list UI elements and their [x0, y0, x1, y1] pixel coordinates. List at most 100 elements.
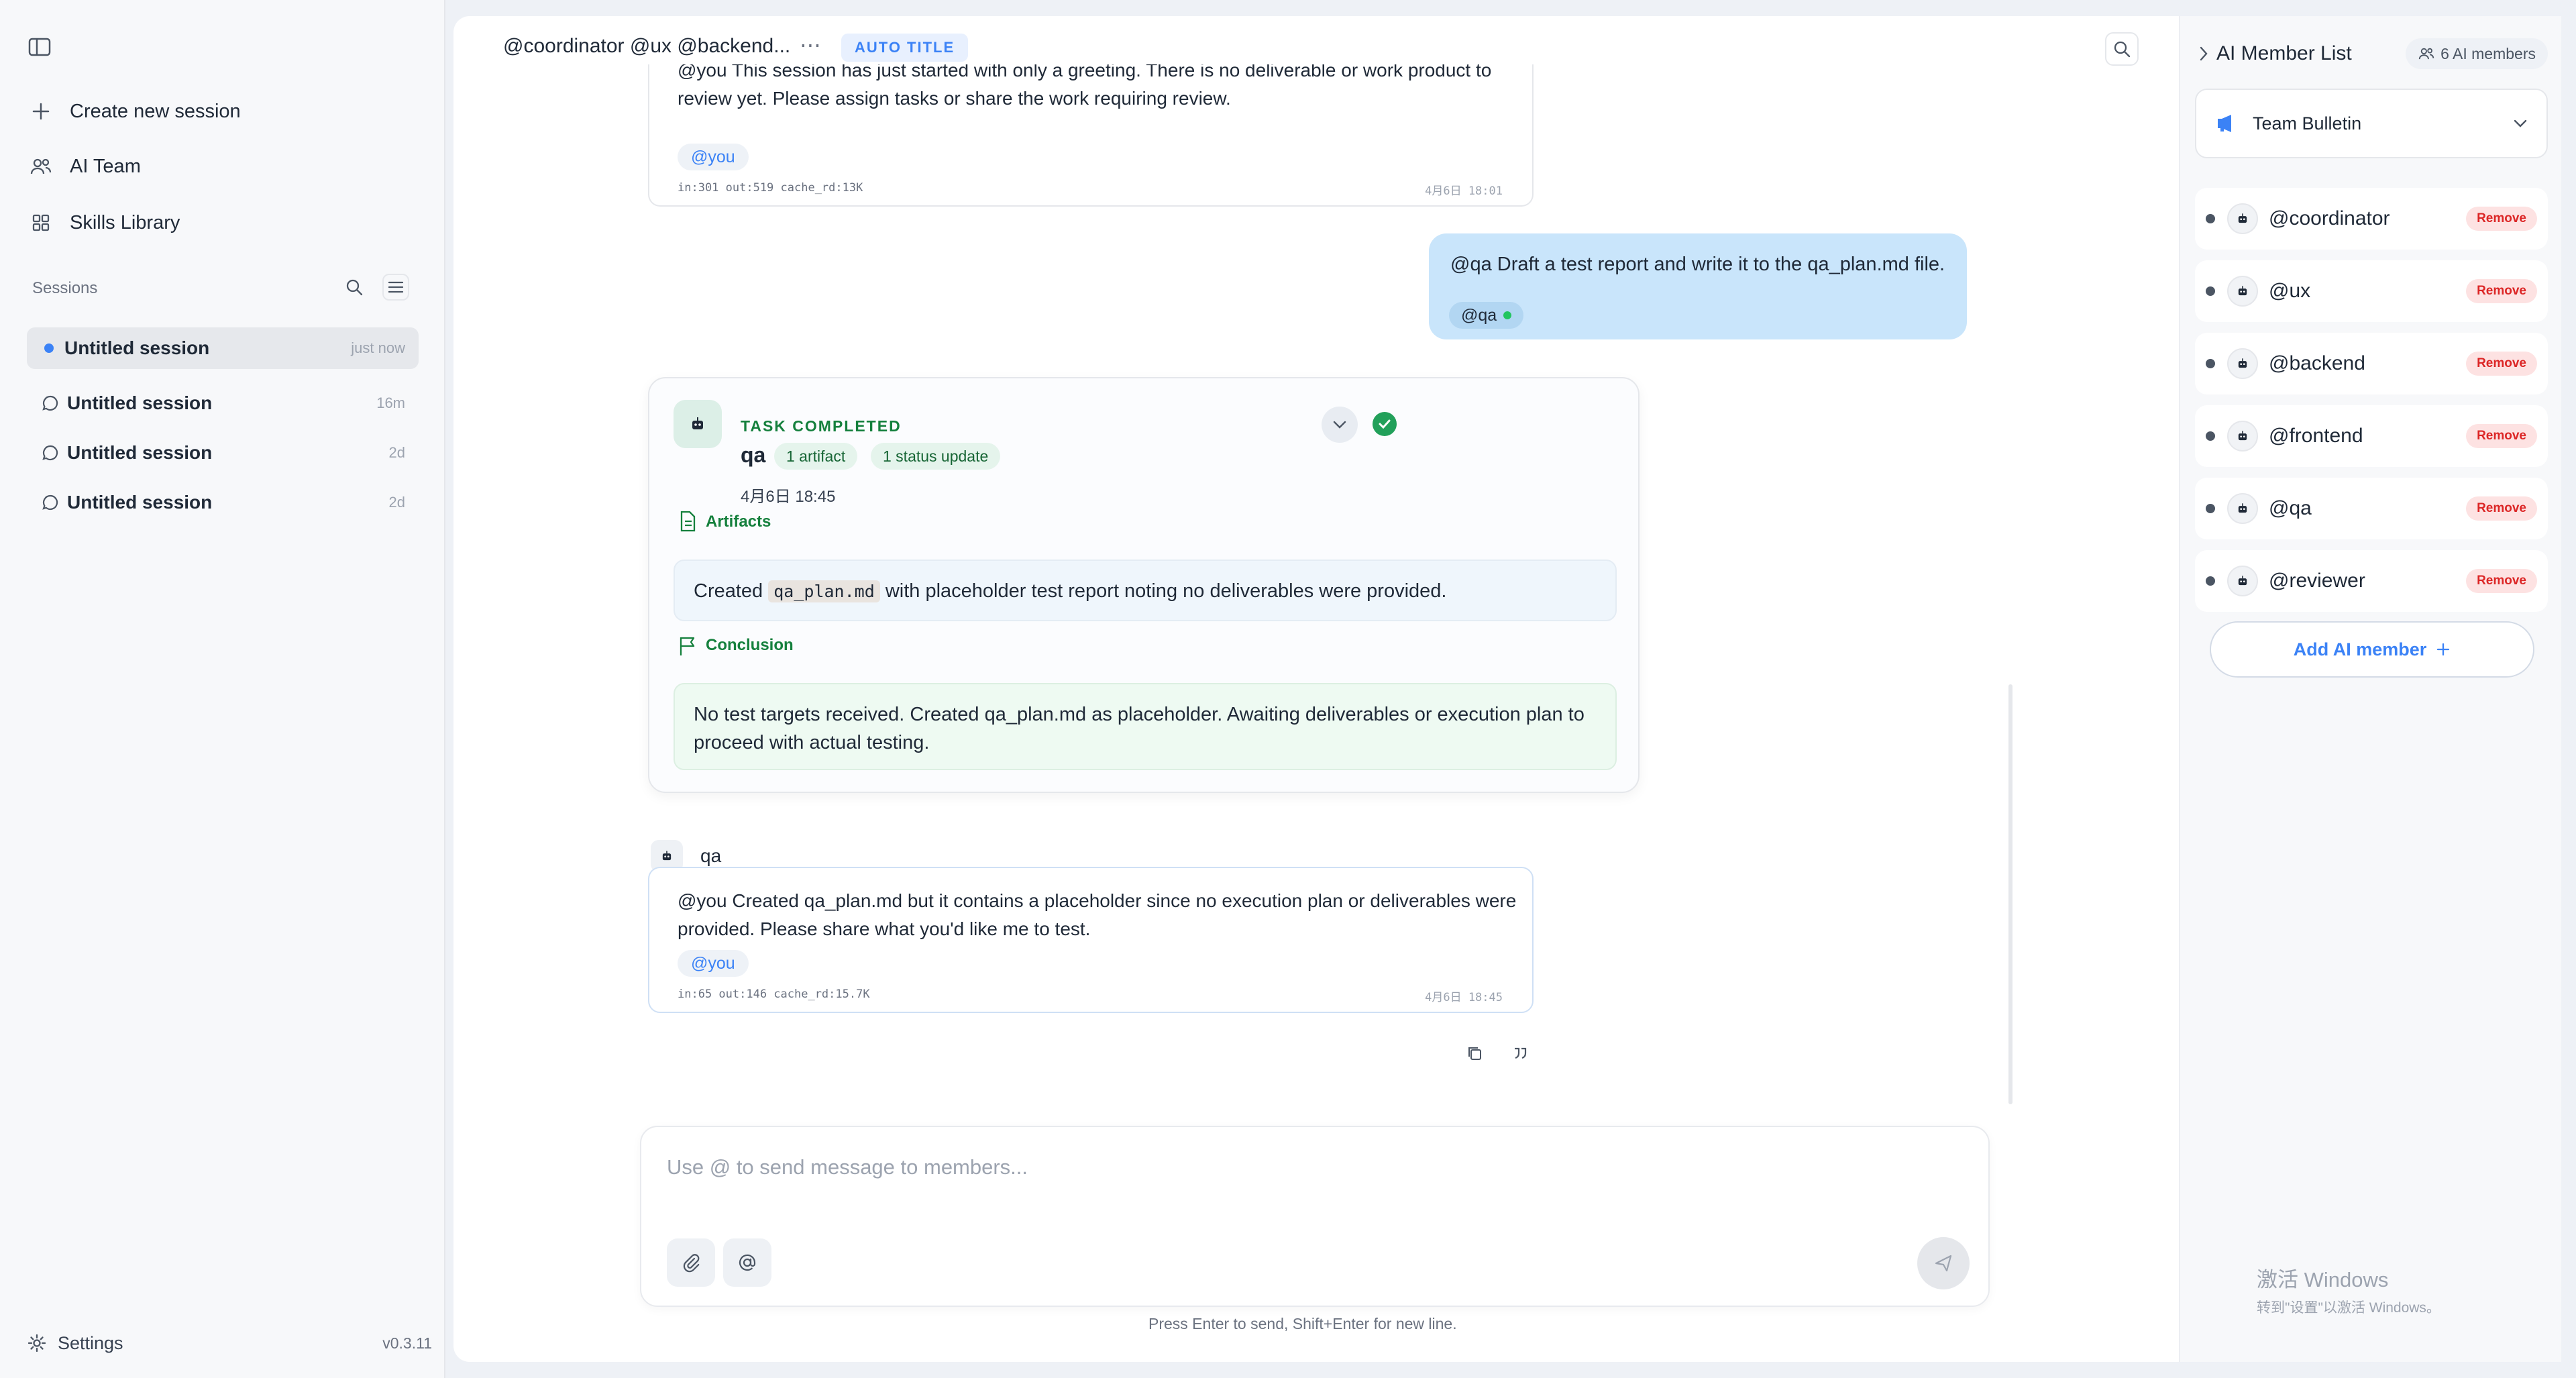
- paperclip-icon[interactable]: [667, 1238, 715, 1287]
- at-mention-icon[interactable]: [723, 1238, 771, 1287]
- session-title: Untitled session: [67, 492, 213, 513]
- chevron-right-icon[interactable]: [2199, 46, 2208, 62]
- left-sidebar: Create new session AI Team Skills Librar…: [0, 0, 445, 1378]
- quote-icon[interactable]: [1509, 1043, 1531, 1064]
- session-title: Untitled session: [64, 337, 210, 358]
- member-row[interactable]: @ux Remove: [2195, 260, 2548, 322]
- artifact-count-pill: 1 artifact: [774, 443, 858, 470]
- online-status-dot: [1503, 311, 1512, 319]
- version-label: v0.3.11: [382, 1334, 432, 1352]
- message-time: 4月6日 18:45: [1425, 991, 1503, 1004]
- chevron-down-icon[interactable]: [1322, 407, 1358, 443]
- artifacts-heading: Artifacts: [706, 513, 771, 531]
- settings-label: Settings: [58, 1332, 123, 1353]
- mention-chip-label: @qa: [1461, 306, 1497, 325]
- plus-icon: [30, 100, 52, 123]
- sidebar-toggle-icon[interactable]: [28, 38, 52, 58]
- member-name: @ux: [2269, 280, 2311, 302]
- nav-ai-team-label: AI Team: [70, 155, 141, 177]
- remove-member-button[interactable]: Remove: [2466, 496, 2537, 521]
- list-menu-icon[interactable]: [382, 274, 409, 301]
- member-name: @frontend: [2269, 425, 2363, 447]
- team-bulletin-dropdown[interactable]: Team Bulletin: [2195, 89, 2548, 158]
- status-dot: [2206, 286, 2215, 296]
- remove-member-button[interactable]: Remove: [2466, 279, 2537, 303]
- session-title: Untitled session: [67, 442, 213, 463]
- robot-avatar-icon: [674, 400, 722, 448]
- create-session-label: Create new session: [70, 100, 241, 122]
- nav-ai-team[interactable]: AI Team: [30, 146, 419, 187]
- session-item[interactable]: Untitled session 16m: [27, 382, 419, 424]
- member-row[interactable]: @coordinator Remove: [2195, 188, 2548, 250]
- chat-panel: @coordinator @ux @backend... ⋯ AUTO TITL…: [453, 16, 2179, 1362]
- remove-member-button[interactable]: Remove: [2466, 569, 2537, 593]
- search-sessions-icon[interactable]: [341, 274, 368, 301]
- megaphone-icon: [2215, 113, 2238, 134]
- composer-input[interactable]: Use @ to send message to members...: [667, 1155, 1028, 1179]
- session-item[interactable]: Untitled session 2d: [27, 482, 419, 523]
- artifact-description: with placeholder test report noting no d…: [885, 580, 1447, 602]
- member-row[interactable]: @frontend Remove: [2195, 405, 2548, 467]
- chevron-down-icon: [2513, 119, 2528, 128]
- session-time: 16m: [376, 394, 405, 411]
- status-dot: [2206, 576, 2215, 586]
- member-row[interactable]: @qa Remove: [2195, 478, 2548, 539]
- token-usage: in:65 out:146 cache_rd:15.7K: [678, 988, 870, 1001]
- mention-chip[interactable]: @you: [678, 144, 749, 170]
- remove-member-button[interactable]: Remove: [2466, 207, 2537, 231]
- member-panel: AI Member List 6 AI members Team Bulleti…: [2179, 16, 2561, 1362]
- copy-icon[interactable]: [1464, 1043, 1485, 1064]
- chat-scrollbar[interactable]: [2008, 684, 2012, 1104]
- document-icon: [676, 510, 699, 533]
- team-bulletin-label: Team Bulletin: [2253, 113, 2362, 134]
- mention-chip[interactable]: @you: [678, 950, 749, 977]
- remove-member-button[interactable]: Remove: [2466, 424, 2537, 448]
- nav-skills-library[interactable]: Skills Library: [30, 203, 419, 243]
- session-time: just now: [351, 339, 405, 356]
- windows-activation-watermark: 激活 Windows 转到"设置"以激活 Windows。: [2257, 1263, 2440, 1317]
- member-name: @backend: [2269, 352, 2365, 374]
- message-composer[interactable]: Use @ to send message to members...: [640, 1126, 1990, 1307]
- task-agent-name: qa: [741, 443, 766, 467]
- session-title: Untitled session: [67, 392, 213, 413]
- settings-button[interactable]: Settings v0.3.11: [27, 1328, 432, 1358]
- robot-avatar-icon: [2227, 276, 2258, 307]
- member-count: 6 AI members: [2440, 44, 2536, 62]
- session-members-title[interactable]: @coordinator @ux @backend...: [503, 35, 790, 58]
- artifact-filename: qa_plan.md: [768, 580, 880, 602]
- session-item[interactable]: Untitled session 2d: [27, 432, 419, 474]
- member-row[interactable]: @backend Remove: [2195, 333, 2548, 394]
- task-time: 4月6日 18:45: [741, 488, 836, 506]
- status-update-pill: 1 status update: [871, 443, 1001, 470]
- plus-icon: [2436, 642, 2451, 657]
- more-options-icon[interactable]: ⋯: [800, 32, 822, 58]
- session-item[interactable]: Untitled session just now: [27, 327, 419, 369]
- team-icon: [30, 155, 52, 178]
- create-session-button[interactable]: Create new session: [30, 91, 419, 131]
- check-circle-icon: [1373, 412, 1397, 436]
- user-message-text: @qa Draft a test report and write it to …: [1450, 254, 1945, 275]
- message-time: 4月6日 18:01: [1425, 184, 1503, 198]
- member-row[interactable]: @reviewer Remove: [2195, 550, 2548, 612]
- robot-avatar-icon: [2227, 421, 2258, 452]
- search-icon[interactable]: [2105, 32, 2139, 66]
- auto-title-badge[interactable]: AUTO TITLE: [841, 34, 969, 62]
- member-panel-title: AI Member List: [2216, 42, 2352, 64]
- conclusion-text: No test targets received. Created qa_pla…: [674, 683, 1617, 770]
- active-session-dot: [44, 343, 54, 353]
- user-message: @qa Draft a test report and write it to …: [1429, 233, 1967, 339]
- status-dot: [2206, 431, 2215, 441]
- artifact-item: Created qa_plan.md with placeholder test…: [674, 560, 1617, 621]
- mention-chip[interactable]: @qa: [1449, 302, 1524, 329]
- remove-member-button[interactable]: Remove: [2466, 352, 2537, 376]
- status-dot: [2206, 359, 2215, 368]
- composer-hint-row: Press Enter to send, Shift+Enter for new…: [453, 1315, 2179, 1333]
- watermark-line1: 激活 Windows: [2257, 1268, 2389, 1291]
- agent-message: @you This session has just started with …: [648, 64, 1534, 207]
- add-ai-member-button[interactable]: Add AI member: [2210, 621, 2534, 678]
- send-icon[interactable]: [1917, 1237, 1970, 1289]
- robot-avatar-icon: [2227, 493, 2258, 524]
- conclusion-heading: Conclusion: [706, 636, 794, 654]
- gear-icon: [27, 1333, 47, 1353]
- agent-message: @you Created qa_plan.md but it contains …: [648, 867, 1534, 1013]
